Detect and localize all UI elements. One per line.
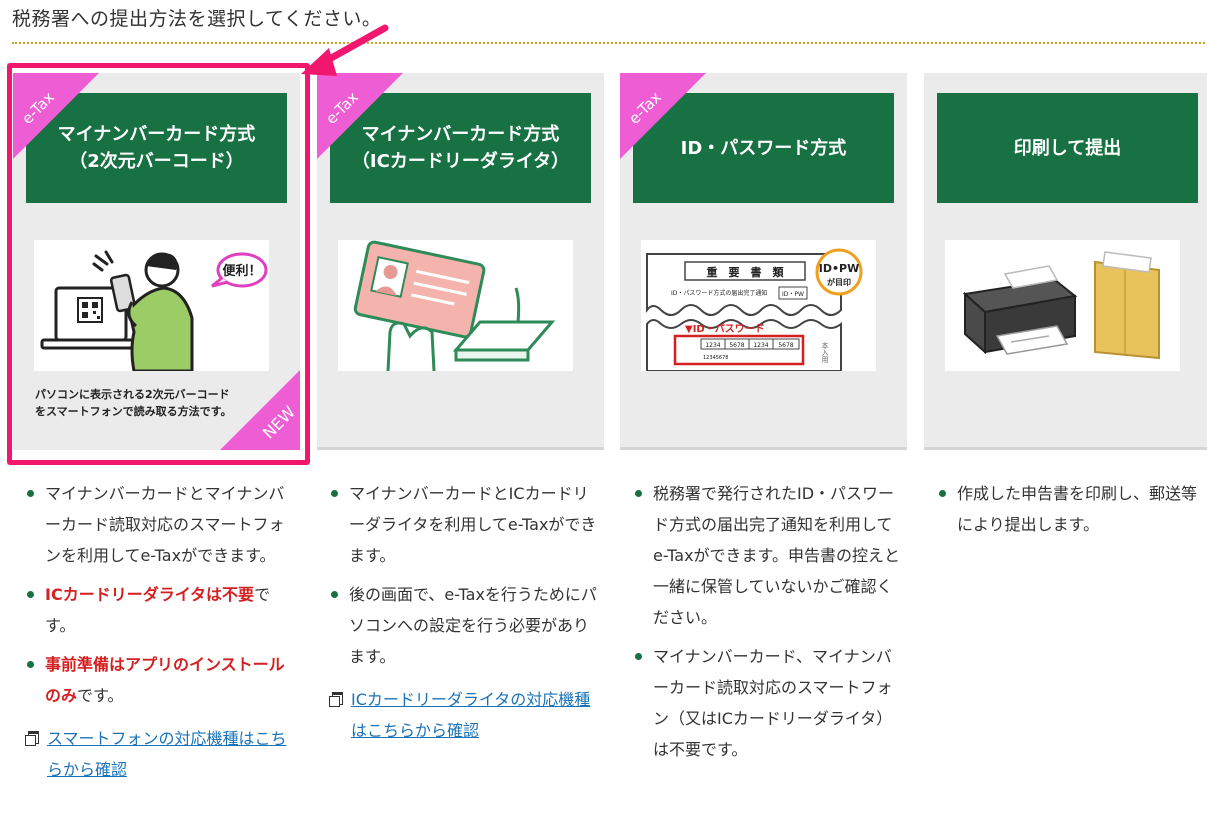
svg-text:重 要 書 類: 重 要 書 類 <box>707 265 785 279</box>
details-item: 後の画面で、e-Taxを行うためにパソコンへの設定を行う必要があります。 <box>329 579 599 672</box>
selection-highlight-frame <box>7 63 310 465</box>
svg-text:ID・PW: ID・PW <box>782 291 804 298</box>
details-list: マイナンバーカードとICカードリーダライタを利用してe-Taxができます。 後の… <box>329 478 599 672</box>
card-underline <box>620 447 907 450</box>
details-qr-method: マイナンバーカードとマイナンバーカード読取対応のスマートフォンを利用してe-Ta… <box>25 478 295 785</box>
emphasis-text: ICカードリーダライタは不要 <box>45 585 255 604</box>
heading-divider <box>12 42 1205 44</box>
details-id-password-method: 税務署で発行されたID・パスワード方式の届出完了通知を利用してe-Taxができま… <box>633 478 903 773</box>
card-title: 印刷して提出 <box>937 93 1198 203</box>
ic-reader-compat-link[interactable]: ICカードリーダライタの対応機種はこちらから確認 <box>329 684 599 746</box>
ic-card-reader-illustration <box>338 240 573 371</box>
svg-text:ID•PW: ID•PW <box>819 262 859 275</box>
printer-envelope-illustration <box>945 240 1180 371</box>
id-password-notice-illustration: 重 要 書 類 ID・パスワード方式の届出完了通知 ID・PW ▼ID・パスワー… <box>641 240 876 371</box>
details-item: 事前準備はアプリのインストールのみです。 <box>25 649 295 711</box>
smartphone-compat-link[interactable]: スマートフォンの対応機種はこちらから確認 <box>25 723 295 785</box>
card-id-password-method[interactable]: ID・パスワード方式 e-Tax 重 要 書 類 ID・パスワード方式の届出完了… <box>620 73 907 450</box>
pointer-arrow-icon <box>301 24 389 76</box>
card-ic-reader-method[interactable]: マイナンバーカード方式 （ICカードリーダライタ） e-Tax <box>317 73 604 450</box>
external-window-icon <box>25 731 39 746</box>
svg-text:5678: 5678 <box>729 342 744 349</box>
svg-text:1234: 1234 <box>753 342 768 349</box>
details-list: 作成した申告書を印刷し、郵送等により提出します。 <box>937 478 1207 540</box>
svg-text:5678: 5678 <box>778 342 793 349</box>
svg-text:▼ID・パスワード: ▼ID・パスワード <box>685 323 765 335</box>
details-list: マイナンバーカードとマイナンバーカード読取対応のスマートフォンを利用してe-Ta… <box>25 478 295 711</box>
svg-text:ID・パスワード方式の届出完了通知: ID・パスワード方式の届出完了通知 <box>671 289 767 297</box>
details-print-method: 作成した申告書を印刷し、郵送等により提出します。 <box>937 478 1207 548</box>
details-list: 税務署で発行されたID・パスワード方式の届出完了通知を利用してe-Taxができま… <box>633 478 903 765</box>
card-underline <box>924 447 1207 450</box>
svg-text:12345678: 12345678 <box>703 355 728 361</box>
details-item: 税務署で発行されたID・パスワード方式の届出完了通知を利用してe-Taxができま… <box>633 478 903 633</box>
card-underline <box>317 447 604 450</box>
svg-text:1234: 1234 <box>705 342 720 349</box>
external-window-icon <box>329 692 343 707</box>
card-title-line1: 印刷して提出 <box>1013 137 1122 159</box>
svg-text:が目印: が目印 <box>827 277 851 287</box>
etax-ribbon: e-Tax <box>620 73 706 159</box>
card-print-method[interactable]: 印刷して提出 <box>924 73 1207 450</box>
details-item: マイナンバーカードとICカードリーダライタを利用してe-Taxができます。 <box>329 478 599 571</box>
details-item: マイナンバーカードとマイナンバーカード読取対応のスマートフォンを利用してe-Ta… <box>25 478 295 571</box>
details-item: ICカードリーダライタは不要です。 <box>25 579 295 641</box>
svg-text:本入用: 本入用 <box>821 341 829 364</box>
details-ic-reader-method: マイナンバーカードとICカードリーダライタを利用してe-Taxができます。 後の… <box>329 478 599 746</box>
details-item: 作成した申告書を印刷し、郵送等により提出します。 <box>937 478 1207 540</box>
details-item: マイナンバーカード、マイナンバーカード読取対応のスマートフォン（又はICカードリ… <box>633 641 903 765</box>
